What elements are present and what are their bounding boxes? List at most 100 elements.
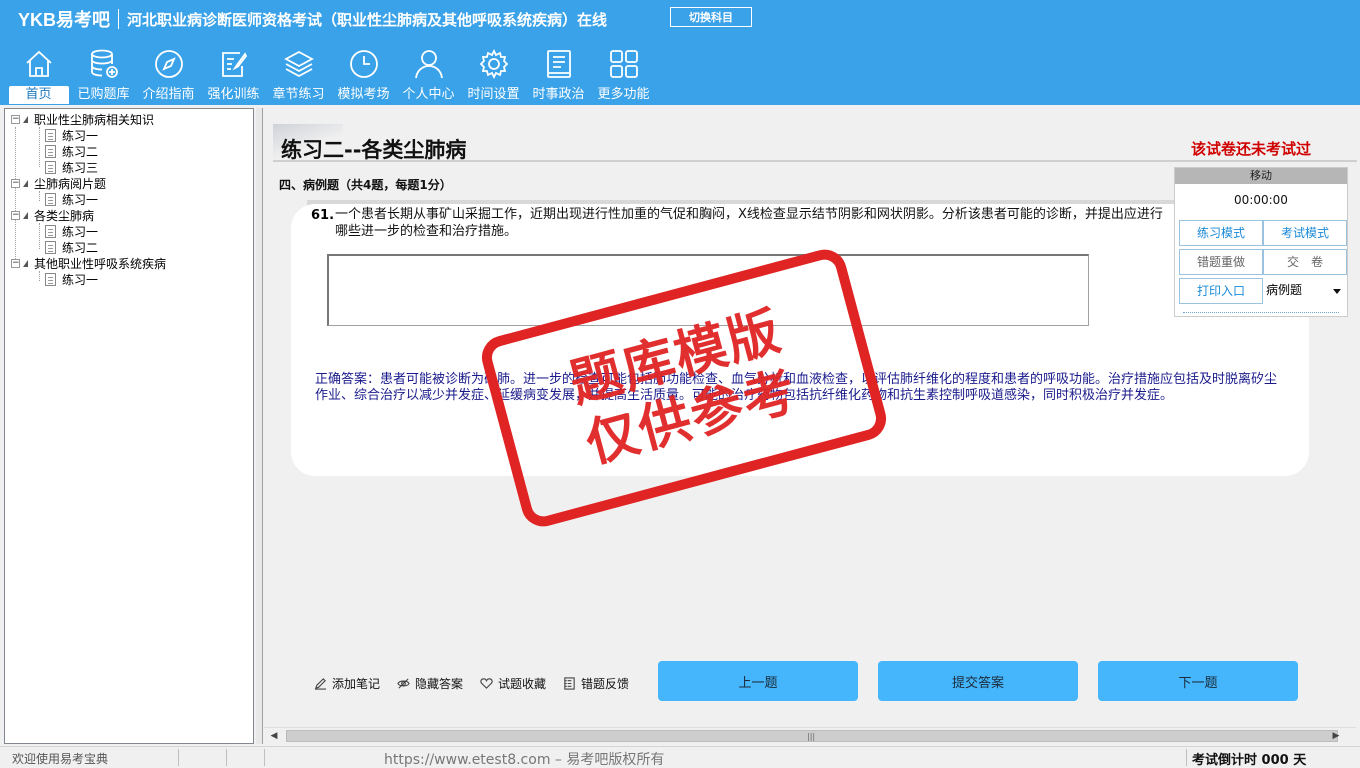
exam-countdown: 考试倒计时 000 天 [1192,753,1307,768]
scroll-thumb[interactable]: ||| [286,730,1338,742]
move-handle[interactable]: 移动 [1175,168,1347,184]
nav-home[interactable]: 首页 [6,46,71,104]
tree-item-label: 练习一 [62,224,99,239]
collapse-toggle[interactable]: − [11,114,20,124]
document-icon [45,192,56,206]
tree-group-label: 职业性尘肺病相关知识 [34,112,155,127]
nav-intensive-training[interactable]: 强化训练 [201,46,266,104]
tree-item-label: 练习二 [62,240,99,255]
status-copyright: https://www.etest8.com – 易考吧版权所有 [384,752,665,768]
add-note-button[interactable]: 添加笔记 [314,676,381,691]
nav-personal-center[interactable]: 个人中心 [396,46,461,104]
nav-label: 介绍指南 [142,87,195,102]
switch-subject-button[interactable]: 切换科目 [670,7,752,27]
tree-item[interactable]: 练习一 [45,191,98,207]
horizontal-scrollbar[interactable]: ◀ ||| ▶ [264,727,1356,744]
favorite-button[interactable]: 试题收藏 [480,676,547,691]
add-note-label: 添加笔记 [332,676,381,691]
nav-more-features[interactable]: 更多功能 [591,46,656,104]
main-nav: 首页 已购题库 介绍指南 强化训练 章节练习 模拟考场 个人中心 时间设置 时事… [6,46,656,104]
eye-icon [397,677,410,689]
folder-marker-icon [23,179,28,187]
tree-item-selected[interactable]: 练习二 [45,239,98,255]
tree-item[interactable]: 练习二 [45,143,98,159]
prev-question-button[interactable]: 上一题 [658,661,858,701]
app-title: 河北职业病诊断医师资格考试（职业性尘肺病及其他呼吸系统疾病）在线 [127,10,608,29]
tree-group-occupational-pneumoconiosis[interactable]: − 职业性尘肺病相关知识 [11,111,154,127]
book-icon [546,50,571,78]
app-header: YKB易考吧 河北职业病诊断医师资格考试（职业性尘肺病及其他呼吸系统疾病）在线 … [0,0,1360,105]
nav-label: 更多功能 [597,87,650,102]
tree-group-xray-reading[interactable]: − 尘肺病阅片题 [11,175,106,191]
nav-guide[interactable]: 介绍指南 [136,46,201,104]
tree-connector [39,191,40,201]
folder-marker-icon [23,211,28,219]
nav-label: 模拟考场 [337,87,390,102]
status-divider [264,749,265,766]
status-divider [1186,749,1187,766]
tree-item-label: 练习一 [62,128,99,143]
tree-connector [39,223,40,249]
next-question-button[interactable]: 下一题 [1098,661,1298,701]
tree-item[interactable]: 练习一 [45,271,98,287]
chapter-tree: − 职业性尘肺病相关知识 练习一 练习二 练习三 − 尘肺病阅片题 练习一 − … [4,108,254,744]
submit-answer-button[interactable]: 提交答案 [878,661,1078,701]
tree-connector [15,127,16,265]
nav-label: 章节练习 [272,87,325,102]
nav-chapter-practice[interactable]: 章节练习 [266,46,331,104]
tree-group-pneumoconiosis-types[interactable]: − 各类尘肺病 [11,207,94,223]
edit-icon [221,52,247,77]
nav-current-affairs[interactable]: 时事政治 [526,46,591,104]
question-type-select[interactable]: 病例题 [1263,278,1347,304]
feedback-icon [564,676,575,690]
hide-answer-button[interactable]: 隐藏答案 [397,676,463,691]
document-icon [45,272,56,286]
error-feedback-label: 错题反馈 [581,676,630,691]
redo-wrong-button[interactable]: 错题重做 [1179,249,1263,275]
submit-paper-button[interactable]: 交 卷 [1263,249,1347,275]
collapse-toggle[interactable]: − [11,178,20,188]
tree-group-label: 尘肺病阅片题 [34,176,107,191]
print-entry-button[interactable]: 打印入口 [1179,278,1263,304]
error-feedback-button[interactable]: 错题反馈 [563,676,630,691]
exam-status: 该试卷还未考试过 [1191,140,1312,158]
folder-marker-icon [23,115,28,123]
tree-item-label: 练习二 [62,144,99,159]
nav-time-settings[interactable]: 时间设置 [461,46,526,104]
layers-icon [283,50,314,78]
grid-icon [609,50,638,78]
nav-mock-exam[interactable]: 模拟考场 [331,46,396,104]
document-icon [45,128,56,142]
correct-answer: 正确答案：患者可能被诊断为矽肺。进一步的检查可能包括肺功能检查、血气分析和血液检… [315,372,1278,403]
tree-connector [39,271,40,281]
compass-icon [154,50,183,78]
tree-item[interactable]: 练习三 [45,159,98,175]
clock-icon [349,50,378,78]
favorite-label: 试题收藏 [498,676,547,691]
tree-group-other-respiratory[interactable]: − 其他职业性呼吸系统疾病 [11,255,166,271]
exercise-title: 练习二--各类尘肺病 [281,138,467,162]
scroll-right-arrow-icon[interactable]: ▶ [1328,728,1344,744]
folder-marker-icon [23,259,28,267]
tree-item-label: 练习一 [62,272,99,287]
tree-item[interactable]: 练习一 [45,127,98,143]
answer-input[interactable] [327,254,1089,326]
section-title: 四、病例题（共4题，每题1分） [279,178,452,192]
tree-item-label: 练习一 [62,192,99,207]
collapse-toggle[interactable]: − [11,210,20,220]
scroll-left-arrow-icon[interactable]: ◀ [266,728,282,744]
nav-purchased-banks[interactable]: 已购题库 [71,46,136,104]
nav-label: 时间设置 [467,87,520,102]
document-icon [45,240,56,254]
nav-label: 时事政治 [532,87,585,102]
exam-mode-button[interactable]: 考试模式 [1263,220,1347,246]
tree-item[interactable]: 练习一 [45,223,98,239]
resize-handle[interactable] [1183,312,1339,313]
question-number: 61. [311,208,335,223]
logo-divider [118,9,120,29]
pencil-icon [314,677,327,690]
status-divider [178,749,179,766]
collapse-toggle[interactable]: − [11,258,20,268]
nav-label: 首页 [8,86,69,104]
practice-mode-button[interactable]: 练习模式 [1179,220,1263,246]
